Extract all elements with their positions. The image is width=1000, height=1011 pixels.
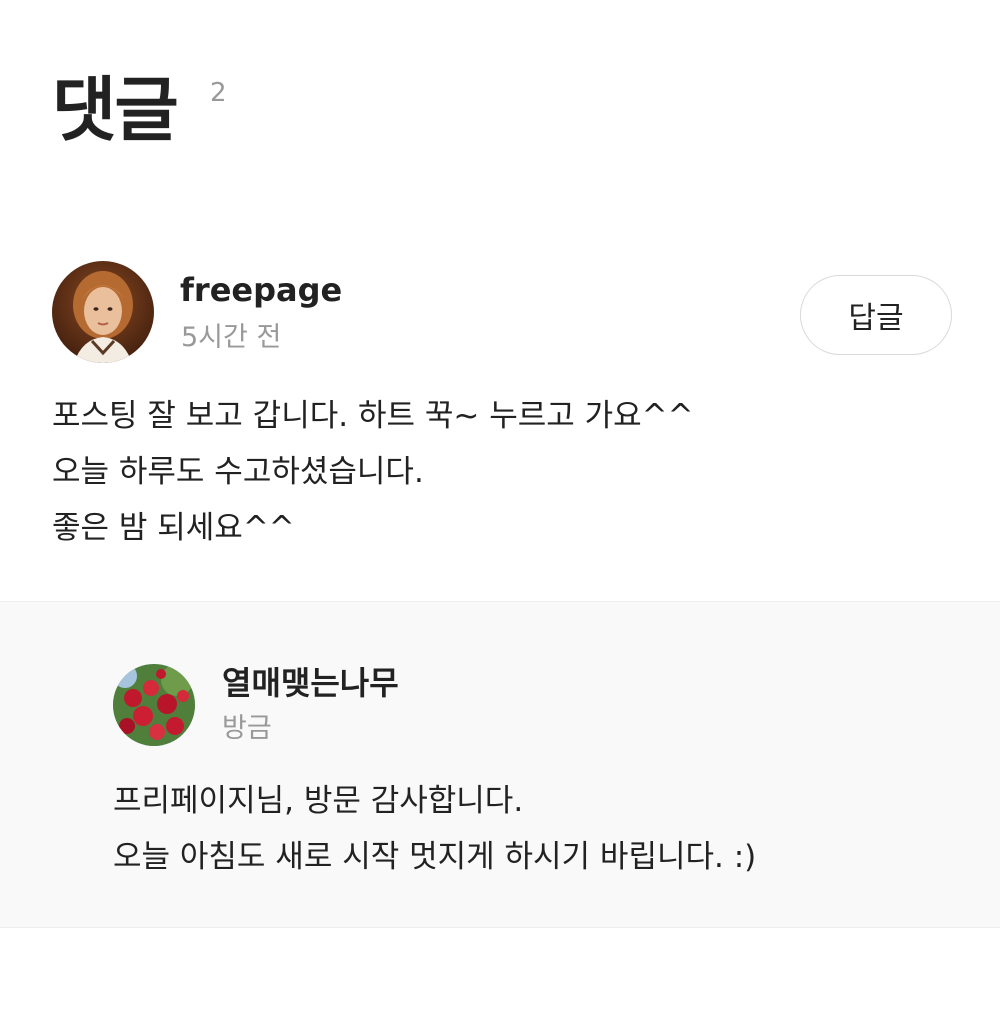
reply-time: 방금 [222,713,272,744]
reply-item: 열매맺는나무 방금 프리페이지님, 방문 감사합니다. 오늘 아침도 새로 시작… [0,601,1000,928]
reply-line: 프리페이지님, 방문 감사합니다. [113,783,524,819]
comment-line: 오늘 하루도 수고하셨습니다. [52,454,424,490]
comments-header: 댓글 2 [52,69,227,160]
avatar[interactable] [52,261,154,363]
comment-line: 포스팅 잘 보고 갑니다. 하트 꾹~ 누르고 가요^^ [52,398,694,434]
comment-line: 좋은 밤 되세요^^ [52,510,295,546]
reply-author[interactable]: 열매맺는나무 [222,663,399,703]
reply-button[interactable]: 답글 [800,275,952,355]
comment-count: 2 [210,78,227,108]
comment-author[interactable]: freepage [180,270,342,310]
comment-item: freepage 5시간 전 답글 포스팅 잘 보고 갑니다. 하트 꾹~ 누르… [0,258,1000,600]
comment-text: 포스팅 잘 보고 갑니다. 하트 꾹~ 누르고 가요^^ 오늘 하루도 수고하셨… [52,388,694,556]
reply-line: 오늘 아침도 새로 시작 멋지게 하시기 바립니다. :) [113,839,757,875]
comments-title: 댓글 [52,69,179,151]
avatar[interactable] [113,664,195,746]
comment-time: 5시간 전 [181,322,282,353]
reply-text: 프리페이지님, 방문 감사합니다. 오늘 아침도 새로 시작 멋지게 하시기 바… [113,773,756,885]
